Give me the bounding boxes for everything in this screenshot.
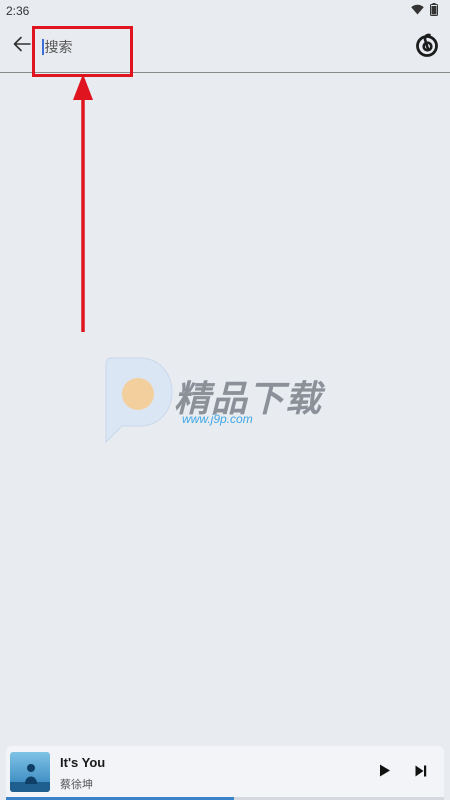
album-art[interactable] [10,752,50,792]
status-time: 2:36 [6,4,30,18]
annotation-arrow [73,74,93,332]
status-icons [411,3,438,19]
watermark-logo [105,357,173,444]
skip-next-icon [415,764,427,782]
wifi-icon [411,4,424,18]
watermark-url: www.j9p.com [182,412,253,426]
battery-icon [430,3,438,19]
arrow-left-icon [13,36,31,57]
status-bar: 2:36 [0,0,450,22]
skip-next-button[interactable] [410,762,432,784]
netease-music-button[interactable] [412,32,442,62]
mini-player[interactable]: It's You 蔡徐坤 [6,746,444,800]
play-button[interactable] [374,762,396,784]
annotation-highlight-box [32,26,133,77]
watermark: 精品下载 www.j9p.com [96,356,366,446]
track-title: It's You [60,755,106,770]
netease-music-icon [414,32,440,63]
back-button[interactable] [10,34,34,58]
track-artist: 蔡徐坤 [60,779,93,791]
play-icon [379,764,391,782]
